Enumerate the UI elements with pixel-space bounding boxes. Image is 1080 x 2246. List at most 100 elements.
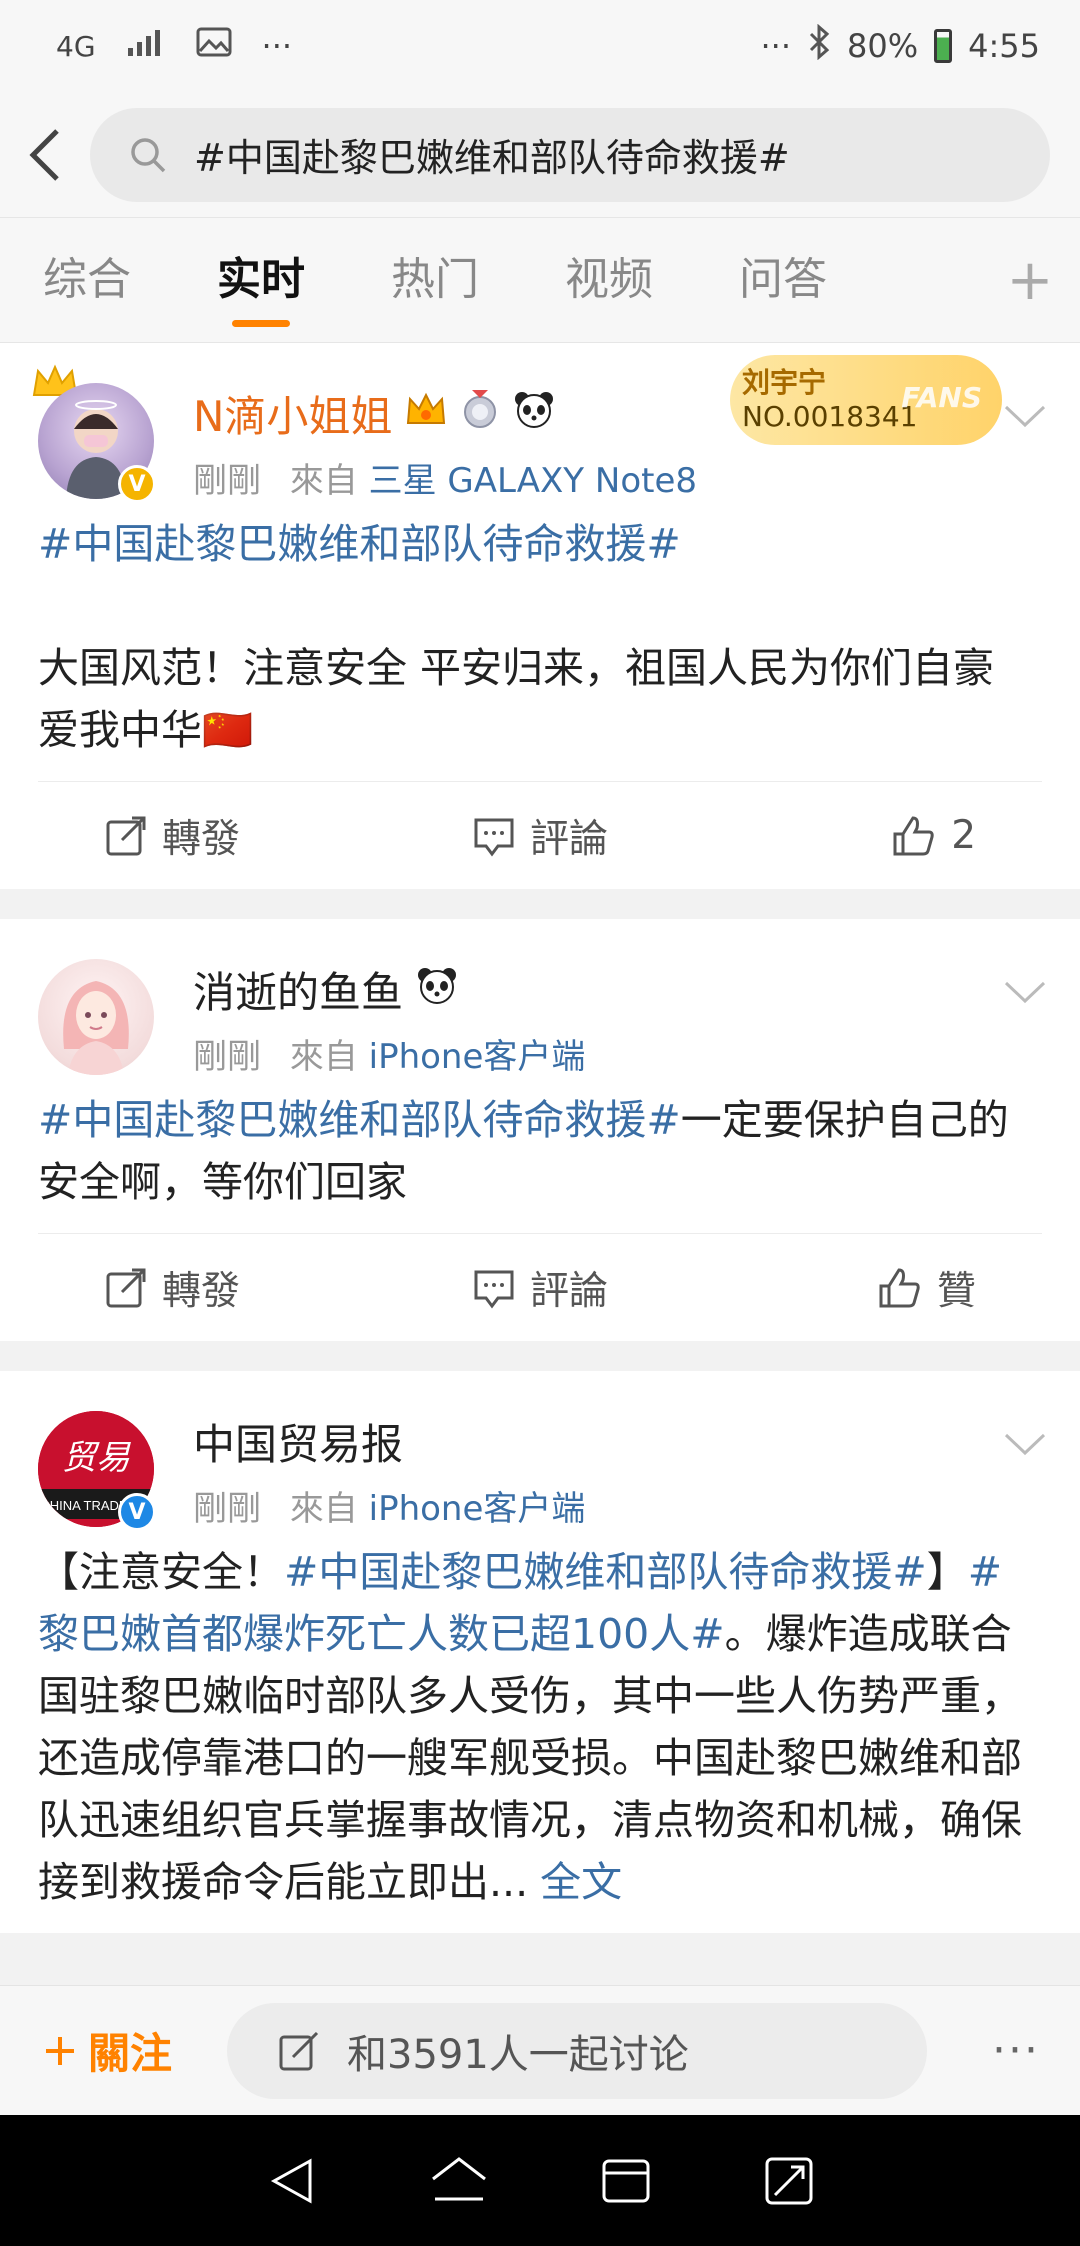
avatar[interactable] <box>38 959 154 1075</box>
battery-percent: 80% <box>847 27 919 65</box>
status-bar: 4G ··· ··· 80% 4:55 <box>0 0 1080 92</box>
like-count: 2 <box>951 813 977 858</box>
post-time: 剛剛 <box>193 1489 261 1529</box>
post-source[interactable]: 三星 GALAXY Note8 <box>369 461 697 501</box>
post-meta: 剛剛 來自 iPhone客户端 <box>193 1029 585 1078</box>
post-actions: 轉發 評論 2 <box>38 781 1042 889</box>
tab-realtime[interactable]: 实时 <box>174 217 348 343</box>
chevron-down-icon[interactable] <box>1000 971 1050 1011</box>
post-source[interactable]: iPhone客户端 <box>369 1037 586 1077</box>
more-notifications-icon: ··· <box>261 27 293 65</box>
comment-icon <box>474 818 514 856</box>
post-meta: 剛剛 來自 iPhone客户端 <box>193 1481 585 1530</box>
author-name: N滴小姐姐 <box>193 392 393 441</box>
plus-icon <box>46 2036 74 2065</box>
discuss-placeholder: 和3591人一起讨论 <box>347 2031 689 2078</box>
post-author[interactable]: 消逝的鱼鱼 <box>193 959 459 1020</box>
chevron-down-icon[interactable] <box>1000 395 1050 435</box>
panda-icon <box>415 965 459 1015</box>
comment-label: 評論 <box>530 1268 609 1314</box>
like-icon <box>893 815 934 855</box>
avatar-caption: CHINA TRADE <box>40 1498 127 1513</box>
author-name: 中国贸易报 <box>193 1420 404 1469</box>
repost-button[interactable]: 轉發 <box>38 1260 395 1316</box>
battery-icon <box>934 29 953 63</box>
post-text-mid: 】 <box>926 1548 968 1596</box>
back-arrow-icon <box>29 128 59 181</box>
post-author[interactable]: 中国贸易报 <box>193 1411 403 1472</box>
bluetooth-icon <box>807 23 831 68</box>
chevron-down-icon[interactable] <box>1000 1423 1050 1463</box>
search-header: #中国赴黎巴嫩维和部队待命救援# <box>0 92 1080 217</box>
author-name: 消逝的鱼鱼 <box>193 968 404 1017</box>
post-meta: 剛剛 來自 三星 GALAXY Note8 <box>193 453 697 502</box>
more-options-button[interactable]: ··· <box>992 2025 1040 2076</box>
search-input[interactable]: #中国赴黎巴嫩维和部队待命救援# <box>90 107 1050 202</box>
post-card[interactable]: 贸易 CHINA TRADE V 中国贸易报 剛剛 來自 iPhone客户端 【注… <box>0 1371 1080 1933</box>
fans-badge-tag: FANS <box>901 381 982 414</box>
verified-badge-icon: V <box>118 1493 156 1531</box>
follow-label: 關注 <box>88 2029 173 2078</box>
home-nav-icon[interactable] <box>427 2153 491 2209</box>
post-text: 大国风范！注意安全 平安归来，祖国人民为你们自豪 爱我中华🇨🇳 <box>38 644 995 754</box>
topic-hashtag[interactable]: #中国赴黎巴嫩维和部队待命救援# <box>284 1548 927 1596</box>
verified-badge-icon: V <box>118 465 156 503</box>
edit-icon <box>279 2031 319 2070</box>
expand-nav-icon[interactable] <box>761 2153 817 2209</box>
topic-hashtag[interactable]: #中国赴黎巴嫩维和部队待命救援# <box>38 1096 681 1144</box>
comment-label: 評論 <box>530 816 609 862</box>
post-card[interactable]: 消逝的鱼鱼 剛剛 來自 iPhone客户端 #中国赴黎巴嫩维和部队待命救援#一定… <box>0 919 1080 1341</box>
post-from: 來自 <box>289 461 358 501</box>
like-label: 贊 <box>937 1268 977 1314</box>
tab-bar: 综合 实时 热门 视频 问答 + <box>0 217 1080 343</box>
search-icon <box>131 137 166 172</box>
more-status-icon: ··· <box>760 27 792 65</box>
post-from: 來自 <box>289 1489 358 1529</box>
post-actions: 轉發 評論 贊 <box>38 1233 1042 1341</box>
post-author[interactable]: N滴小姐姐 <box>193 383 556 444</box>
post-content[interactable]: #中国赴黎巴嫩维和部队待命救援# 大国风范！注意安全 平安归来，祖国人民为你们自… <box>0 493 1080 781</box>
like-button[interactable]: 2 <box>685 813 1042 858</box>
tab-qa[interactable]: 问答 <box>696 217 870 343</box>
comment-icon <box>474 1270 514 1308</box>
comment-button[interactable]: 評論 <box>395 808 686 864</box>
repost-icon <box>106 1268 146 1307</box>
post-content[interactable]: 【注意安全！#中国赴黎巴嫩维和部队待命救援#】#黎巴嫩首都爆炸死亡人数已超100… <box>0 1521 1080 1913</box>
post-from: 來自 <box>289 1037 358 1077</box>
clock: 4:55 <box>968 27 1040 65</box>
tab-video[interactable]: 视频 <box>522 217 696 343</box>
tab-hot[interactable]: 热门 <box>348 217 522 343</box>
fans-badge[interactable]: 刘宇宁 NO.0018341 FANS <box>730 355 1002 445</box>
follow-topic-button[interactable]: 關注 <box>42 2020 172 2081</box>
back-button[interactable] <box>0 92 90 217</box>
post-source[interactable]: iPhone客户端 <box>369 1489 586 1529</box>
discuss-input[interactable]: 和3591人一起讨论 <box>227 2002 928 2099</box>
gallery-icon <box>196 27 232 65</box>
repost-label: 轉發 <box>162 1268 241 1314</box>
repost-label: 轉發 <box>162 816 241 862</box>
panda-icon <box>512 389 556 439</box>
search-query: #中国赴黎巴嫩维和部队待命救援# <box>194 136 790 180</box>
like-icon <box>879 1267 920 1307</box>
topic-hashtag[interactable]: #中国赴黎巴嫩维和部队待命救援# <box>38 513 1042 575</box>
tab-comprehensive[interactable]: 综合 <box>0 217 174 343</box>
add-tab-button[interactable]: + <box>980 248 1080 313</box>
back-nav-icon[interactable] <box>264 2153 320 2209</box>
full-text-link[interactable]: 全文 <box>540 1858 622 1906</box>
bottom-bar: 關注 和3591人一起讨论 ··· <box>0 1985 1080 2115</box>
repost-button[interactable]: 轉發 <box>38 808 395 864</box>
comment-button[interactable]: 評論 <box>395 1260 686 1316</box>
vip-crown-icon <box>404 389 448 439</box>
post-text-prefix: 【注意安全！ <box>38 1548 284 1596</box>
repost-icon <box>106 816 146 855</box>
like-button[interactable]: 贊 <box>685 1260 1042 1316</box>
system-nav-bar <box>0 2115 1080 2246</box>
recents-nav-icon[interactable] <box>598 2153 654 2209</box>
network-indicator: 4G <box>56 29 96 63</box>
svg-text:贸易: 贸易 <box>62 1438 131 1478</box>
post-time: 剛剛 <box>193 1037 261 1077</box>
signal-icon <box>126 26 166 66</box>
post-card[interactable]: V N滴小姐姐 刘宇宁 NO.0018341 FANS 剛剛 來自 三星 GAL… <box>0 343 1080 889</box>
post-time: 剛剛 <box>193 461 261 501</box>
post-content[interactable]: #中国赴黎巴嫩维和部队待命救援#一定要保护自己的安全啊，等你们回家 <box>0 1069 1080 1233</box>
